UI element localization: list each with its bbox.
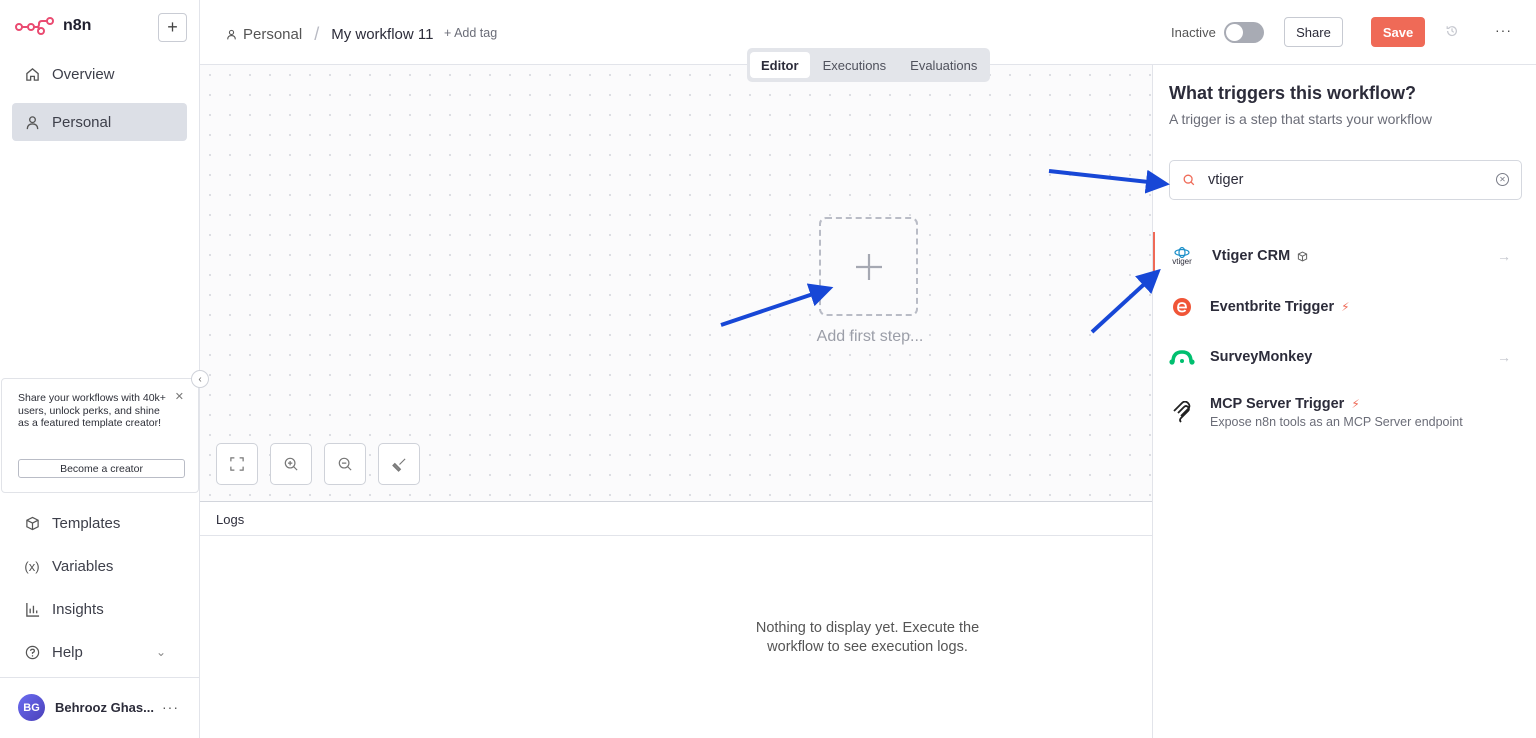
maximize-icon (230, 457, 244, 471)
arrow-right-icon: → (1497, 349, 1511, 365)
become-creator-button[interactable]: Become a creator (18, 459, 185, 478)
user-menu[interactable]: BG Behrooz Ghas... (18, 694, 154, 721)
search-input[interactable]: vtiger ✕ (1169, 160, 1522, 200)
help-icon (24, 644, 40, 660)
result-name: Eventbrite Trigger ⚡ (1210, 299, 1350, 315)
home-icon (24, 66, 40, 82)
workflow-canvas[interactable]: Add first step... (200, 65, 1152, 501)
tab-editor[interactable]: Editor (750, 52, 810, 78)
mcp-icon (1169, 399, 1195, 425)
box-icon (24, 515, 40, 531)
result-text: SurveyMonkey (1210, 349, 1312, 365)
add-first-step-button[interactable] (819, 217, 918, 316)
search-value: vtiger (1208, 172, 1244, 188)
vtiger-icon: vtiger (1169, 243, 1195, 269)
zoom-in-icon (284, 457, 298, 471)
result-name: SurveyMonkey (1210, 349, 1312, 365)
surveymonkey-icon (1169, 344, 1195, 370)
logo-text: n8n (63, 17, 92, 34)
list-item[interactable]: Eventbrite Trigger ⚡ (1153, 283, 1536, 331)
sidebar-item-personal[interactable]: Personal (12, 103, 187, 141)
sidebar-item-label: Insights (52, 600, 104, 618)
plus-icon (855, 253, 882, 280)
sidebar-item-label: Personal (52, 113, 112, 131)
sidebar-item-variables[interactable]: (x) Variables (12, 547, 187, 585)
fit-view-button[interactable] (216, 443, 258, 485)
zoom-in-button[interactable] (270, 443, 312, 485)
arrow-right-icon: → (1497, 248, 1511, 264)
n8n-logo-icon (15, 17, 54, 35)
view-tabs: Editor Executions Evaluations (747, 48, 990, 82)
history-icon[interactable] (1445, 24, 1459, 41)
logs-title: Logs (216, 512, 245, 527)
result-text: Eventbrite Trigger ⚡ (1210, 299, 1350, 315)
toggle-knob (1226, 24, 1243, 41)
divider (0, 677, 199, 678)
share-button[interactable]: Share (1284, 17, 1343, 47)
search-icon (1183, 174, 1195, 186)
sidebar-item-label: Templates (52, 514, 121, 532)
logs-empty-message: Nothing to display yet. Execute the work… (755, 620, 980, 655)
result-name-text: Vtiger CRM (1212, 248, 1291, 264)
workflow-name[interactable]: My workflow 11 (331, 26, 433, 43)
avatar: BG (18, 694, 45, 721)
save-button[interactable]: Save (1371, 17, 1425, 47)
vtiger-icon-label: vtiger (1172, 256, 1192, 266)
chevron-down-icon[interactable]: ⌄ (156, 645, 166, 659)
panel-subtitle: A trigger is a step that starts your wor… (1169, 111, 1432, 127)
result-name-text: Eventbrite Trigger (1210, 299, 1335, 315)
eventbrite-icon (1169, 294, 1195, 320)
zoom-out-button[interactable] (324, 443, 366, 485)
list-item[interactable]: vtiger Vtiger CRM → (1153, 232, 1536, 280)
breadcrumb: Personal / My workflow 11 (226, 24, 433, 45)
more-icon[interactable]: ··· (1495, 22, 1512, 38)
creator-promo-card: Share your workflows with 40k+ users, un… (1, 378, 199, 493)
result-name-text: MCP Server Trigger (1210, 395, 1345, 412)
tidy-up-button[interactable] (378, 443, 420, 485)
user-name: Behrooz Ghas... (55, 700, 154, 715)
sidebar-item-insights[interactable]: Insights (12, 590, 187, 628)
result-description: Expose n8n tools as an MCP Server endpoi… (1210, 414, 1463, 429)
bolt-icon: ⚡ (1341, 300, 1350, 314)
user-icon (227, 29, 236, 40)
sidebar: n8n + Overview Personal Share your workf… (0, 0, 200, 738)
broom-icon (391, 457, 406, 472)
zoom-out-icon (338, 457, 352, 471)
result-name: Vtiger CRM (1212, 248, 1308, 264)
cube-icon (1298, 250, 1308, 262)
sidebar-item-templates[interactable]: Templates (12, 504, 187, 542)
status-label: Inactive (1171, 25, 1216, 40)
sidebar-item-overview[interactable]: Overview (12, 55, 187, 93)
list-item[interactable]: MCP Server Trigger ⚡ Expose n8n tools as… (1153, 387, 1536, 437)
logo[interactable]: n8n (15, 16, 91, 36)
bolt-icon: ⚡ (1351, 396, 1360, 411)
tab-executions[interactable]: Executions (812, 52, 898, 78)
trigger-panel: What triggers this workflow? A trigger i… (1152, 65, 1536, 738)
breadcrumb-project[interactable]: Personal (243, 26, 302, 43)
result-name: MCP Server Trigger ⚡ (1210, 396, 1463, 412)
variable-icon: (x) (24, 558, 40, 574)
result-text: Vtiger CRM (1212, 248, 1308, 264)
breadcrumb-separator: / (314, 24, 320, 44)
new-button[interactable]: + (158, 13, 187, 42)
result-name-text: SurveyMonkey (1210, 349, 1313, 365)
user-icon (24, 114, 40, 130)
more-icon[interactable]: ··· (162, 699, 179, 715)
logs-panel-header[interactable]: Logs (200, 501, 1152, 536)
chart-icon (24, 601, 40, 617)
clear-icon[interactable]: ✕ (1496, 173, 1509, 186)
promo-text: Share your workflows with 40k+ users, un… (18, 392, 166, 429)
list-item[interactable]: SurveyMonkey → (1153, 333, 1536, 381)
tab-evaluations[interactable]: Evaluations (899, 52, 988, 78)
add-tag-button[interactable]: + Add tag (444, 26, 497, 40)
active-toggle[interactable] (1224, 22, 1264, 43)
close-icon[interactable]: ✕ (175, 390, 184, 403)
collapse-sidebar-button[interactable]: ‹ (191, 370, 209, 388)
sidebar-item-label: Help (52, 643, 83, 661)
result-text: MCP Server Trigger ⚡ Expose n8n tools as… (1210, 396, 1463, 429)
panel-title: What triggers this workflow? (1169, 83, 1417, 103)
sidebar-item-label: Variables (52, 557, 114, 575)
sidebar-item-label: Overview (52, 65, 115, 83)
add-first-step-label: Add first step... (816, 328, 924, 345)
